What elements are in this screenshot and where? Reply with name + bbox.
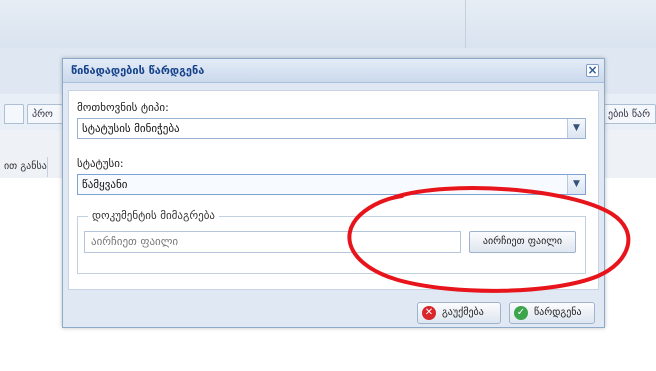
status-value: წამყვანი: [82, 178, 128, 191]
background-tab-3[interactable]: ების წარ: [603, 104, 656, 124]
request-type-value: სტატუსის მინიჭება: [82, 122, 180, 135]
chevron-down-icon[interactable]: ▼: [567, 175, 585, 194]
dialog-form-panel: მოთხოვნის ტიპი: სტატუსის მინიჭება ▼ სტატ…: [68, 90, 599, 290]
close-button[interactable]: ×: [586, 64, 599, 77]
submit-button[interactable]: ✓ წარდგენა: [509, 302, 595, 324]
submit-button-label: წარდგენა: [534, 307, 582, 318]
close-icon: ×: [587, 63, 598, 77]
background-subtab[interactable]: ით განსა: [0, 157, 48, 177]
background-tab-2[interactable]: პრო: [27, 104, 63, 124]
request-type-combo[interactable]: სტატუსის მინიჭება ▼: [77, 118, 586, 139]
header-divider: [465, 0, 466, 48]
cancel-button[interactable]: ✕ გაუქმება: [417, 302, 501, 324]
attachment-legend: დოკუმენტის მიმაგრება: [88, 209, 220, 222]
app-header: [0, 0, 656, 49]
status-combo[interactable]: წამყვანი ▼: [77, 174, 586, 195]
request-type-label: მოთხოვნის ტიპი:: [77, 101, 169, 114]
file-path-input[interactable]: აირჩიეთ ფაილი: [84, 231, 461, 253]
proposal-dialog: წინადადების წარდგენა × მოთხოვნის ტიპი: ს…: [62, 58, 605, 328]
x-circle-icon: ✕: [422, 306, 436, 320]
cancel-button-label: გაუქმება: [442, 307, 484, 318]
dialog-title: წინადადების წარდგენა: [63, 59, 604, 83]
status-label: სტატუსი:: [77, 157, 124, 170]
chevron-down-icon[interactable]: ▼: [567, 119, 585, 138]
choose-file-button[interactable]: აირჩიეთ ფაილი: [469, 231, 576, 253]
background-tab-1[interactable]: [4, 104, 24, 124]
attachment-fieldset: დოკუმენტის მიმაგრება აირჩიეთ ფაილი აირჩი…: [77, 209, 586, 274]
check-circle-icon: ✓: [514, 306, 528, 320]
